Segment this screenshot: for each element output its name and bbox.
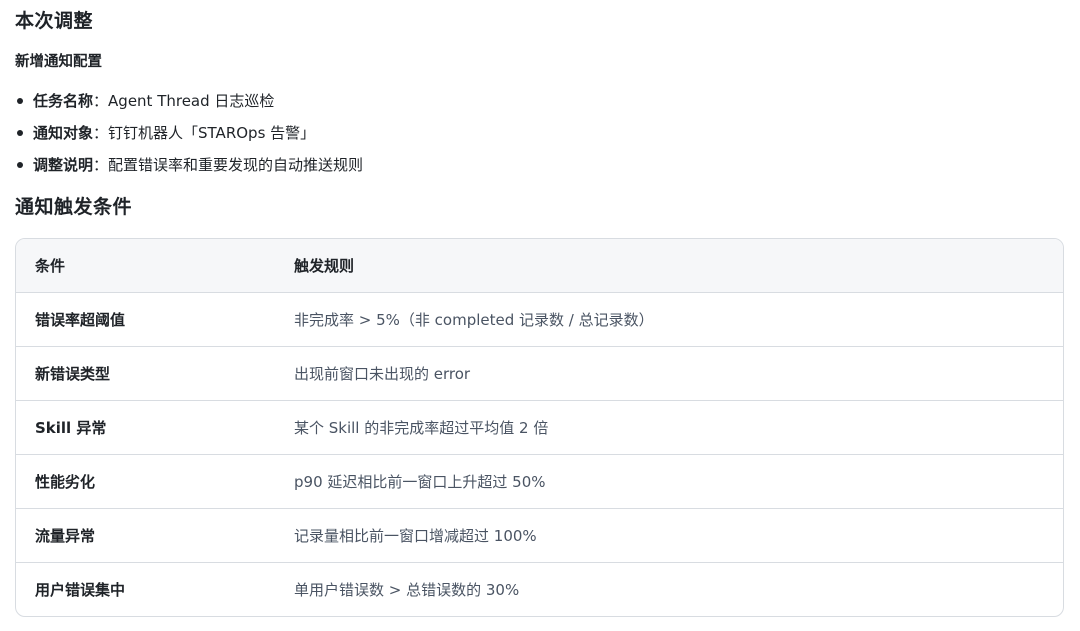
adjustment-list: 任务名称：Agent Thread 日志巡检 通知对象：钉钉机器人「STAROp… — [15, 85, 363, 181]
list-item: 通知对象：钉钉机器人「STAROps 告警」 — [15, 117, 363, 149]
rule-cell: p90 延迟相比前一窗口上升超过 50% — [275, 454, 1063, 509]
condition-cell: 用户错误集中 — [35, 581, 126, 599]
rule-cell: 出现前窗口未出现的 error — [275, 346, 1063, 401]
list-item-value: 钉钉机器人「STAROps 告警」 — [108, 124, 316, 142]
table-row: 新错误类型 出现前窗口未出现的 error — [16, 346, 1063, 401]
list-item-key: 调整说明 — [33, 156, 94, 174]
list-item: 任务名称：Agent Thread 日志巡检 — [15, 85, 363, 117]
list-item: 调整说明：配置错误率和重要发现的自动推送规则 — [15, 149, 363, 181]
list-item-value: 配置错误率和重要发现的自动推送规则 — [108, 156, 364, 174]
table-row: 错误率超阈值 非完成率 > 5%（非 completed 记录数 / 总记录数） — [16, 292, 1063, 347]
table-header-row: 条件 触发规则 — [16, 239, 1063, 293]
table-row: Skill 异常 某个 Skill 的非完成率超过平均值 2 倍 — [16, 400, 1063, 455]
bullet-dot-icon — [17, 130, 23, 136]
condition-cell: Skill 异常 — [16, 400, 275, 455]
list-item-key: 任务名称 — [33, 92, 94, 110]
bullet-dot-icon — [17, 162, 23, 168]
page-title: 本次调整 — [15, 10, 94, 32]
subheading-new-notification: 新增通知配置 — [15, 54, 102, 70]
rule-cell: 记录量相比前一窗口增减超过 100% — [275, 508, 1063, 563]
conditions-table: 条件 触发规则 错误率超阈值 非完成率 > 5%（非 completed 记录数… — [15, 238, 1064, 617]
condition-cell: 错误率超阈值 — [16, 292, 275, 347]
list-item-separator: ： — [93, 156, 109, 174]
column-header-rule: 触发规则 — [275, 239, 1063, 293]
table-row: 性能劣化 p90 延迟相比前一窗口上升超过 50% — [16, 454, 1063, 509]
table-row: 流量异常 记录量相比前一窗口增减超过 100% — [16, 508, 1063, 563]
rule-cell: 某个 Skill 的非完成率超过平均值 2 倍 — [275, 400, 1063, 455]
list-item-separator: ： — [93, 124, 109, 142]
condition-cell: 新错误类型 — [16, 346, 275, 401]
condition-cell: 流量异常 — [16, 508, 275, 563]
list-item-value: Agent Thread 日志巡检 — [108, 92, 275, 110]
rule-cell: 非完成率 > 5%（非 completed 记录数 / 总记录数） — [275, 292, 1063, 347]
table-row: 用户错误集中 单用户错误数 > 总错误数的 30% — [16, 563, 1063, 617]
conditions-heading: 通知触发条件 — [15, 196, 133, 218]
rule-cell: 单用户错误数 > 总错误数的 30% — [294, 581, 520, 599]
list-item-key: 通知对象 — [33, 124, 94, 142]
condition-cell: 性能劣化 — [16, 454, 275, 509]
list-item-separator: ： — [93, 92, 109, 110]
column-header-condition: 条件 — [16, 239, 275, 293]
bullet-dot-icon — [17, 98, 23, 104]
